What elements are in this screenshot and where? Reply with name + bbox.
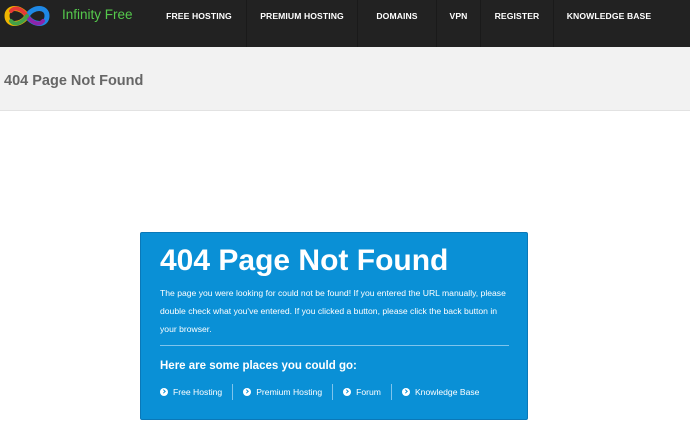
error-description: The page you were looking for could not …: [160, 288, 506, 334]
site-logo[interactable]: [2, 2, 52, 30]
chevron-circle-right-icon: [243, 388, 252, 396]
link-premium-hosting[interactable]: Premium Hosting: [243, 384, 322, 400]
error-panel: 404 Page Not Found The page you were loo…: [140, 232, 528, 420]
chevron-circle-right-icon: [401, 388, 410, 396]
nav-item-vpn[interactable]: VPN: [436, 0, 480, 47]
nav-item-knowledge-base[interactable]: KNOWLEDGE BASE: [553, 0, 664, 47]
main-nav: FREE HOSTING PREMIUM HOSTING DOMAINS VPN…: [152, 0, 664, 47]
nav-item-domains[interactable]: DOMAINS: [357, 0, 436, 47]
link-label: Forum: [356, 387, 381, 397]
link-separator: [232, 384, 234, 400]
link-separator: [390, 384, 392, 400]
page-title-band: 404 Page Not Found: [0, 47, 690, 111]
chevron-circle-right-icon: [160, 388, 168, 396]
link-separator: [332, 384, 334, 400]
chevron-circle-right-icon: [343, 388, 352, 396]
places-heading: Here are some places you could go:: [160, 360, 357, 372]
suggested-links: Free Hosting Premium Hosting Forum Knowl…: [160, 383, 479, 401]
link-free-hosting[interactable]: Free Hosting: [160, 384, 222, 400]
nav-item-free-hosting[interactable]: FREE HOSTING: [152, 0, 246, 47]
link-knowledge-base[interactable]: Knowledge Base: [401, 384, 480, 400]
link-forum[interactable]: Forum: [343, 384, 381, 400]
top-navbar: Infinity Free FREE HOSTING PREMIUM HOSTI…: [0, 0, 690, 47]
brand-name[interactable]: Infinity Free: [62, 7, 133, 22]
infinity-logo-icon: [4, 6, 50, 26]
link-label: Free Hosting: [173, 387, 223, 397]
divider: [160, 345, 509, 346]
nav-item-register[interactable]: REGISTER: [480, 0, 553, 47]
link-label: Premium Hosting: [256, 387, 323, 397]
link-label: Knowledge Base: [414, 387, 480, 397]
page-title: 404 Page Not Found: [4, 73, 144, 89]
error-heading: 404 Page Not Found: [160, 244, 449, 277]
nav-item-premium-hosting[interactable]: PREMIUM HOSTING: [246, 0, 357, 47]
